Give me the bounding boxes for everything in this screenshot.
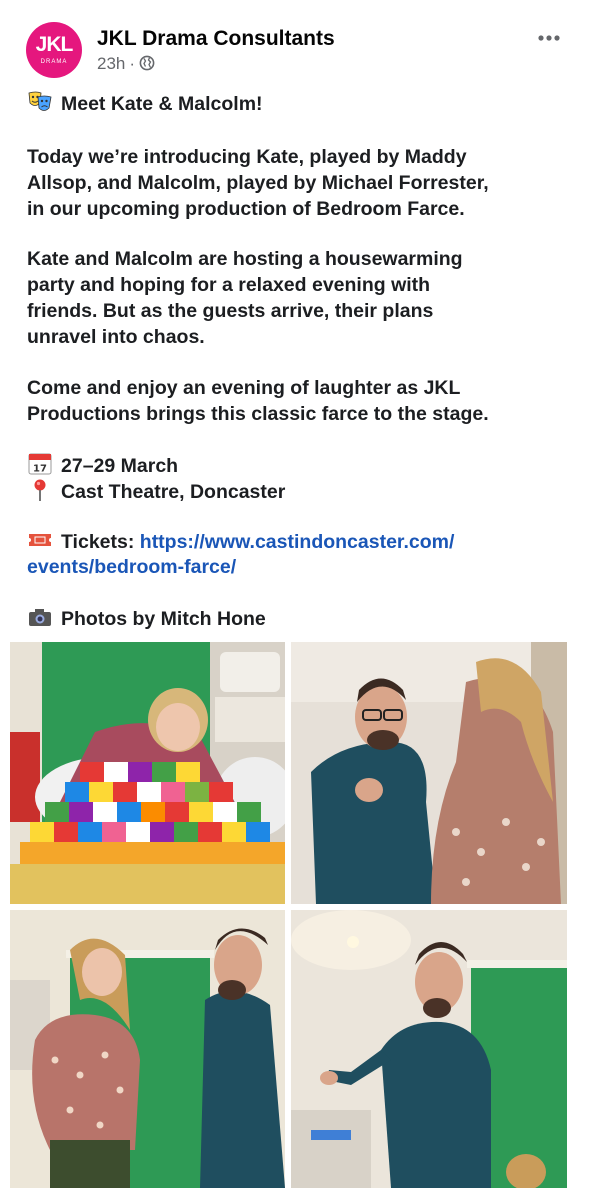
photos-credit-text: Photos by Mitch Hone xyxy=(61,608,266,630)
para1-line-3: in our upcoming production of Bedroom Fa… xyxy=(27,198,465,220)
event-date: 27–29 March xyxy=(61,455,179,477)
post-timestamp[interactable]: 23h xyxy=(97,54,125,73)
calendar-day: 17 xyxy=(33,464,47,475)
para2-line-3: friends. But as the guests arrive, their… xyxy=(27,300,434,322)
avatar-logo-subtext: DRAMA xyxy=(40,59,68,65)
tickets-link-continued[interactable]: events/bedroom-farce/ xyxy=(27,554,236,580)
avatar-logo-text: JKL xyxy=(35,33,74,56)
photo-kate-blanket[interactable] xyxy=(10,642,285,904)
para2-line-1: Kate and Malcolm are hosting a housewarm… xyxy=(27,248,463,270)
para1-line-2: Allsop, and Malcolm, played by Michael F… xyxy=(27,172,489,194)
photo-malcolm-argument[interactable] xyxy=(291,642,567,904)
meta-separator: · xyxy=(129,54,136,73)
tickets-label: Tickets: xyxy=(61,531,135,553)
tickets-link[interactable]: https://www.castindoncaster.com/ xyxy=(140,531,455,553)
page-name-link[interactable]: JKL Drama Consultants xyxy=(97,26,335,52)
para1-line-1: Today we’re introducing Kate, played by … xyxy=(27,146,467,168)
photo-malcolm-pointing[interactable] xyxy=(291,910,567,1188)
para3-line-1: Come and enjoy an evening of laughter as… xyxy=(27,377,461,399)
headline-text: Meet Kate & Malcolm! xyxy=(61,93,263,115)
more-options-icon[interactable] xyxy=(533,26,565,50)
event-venue: Cast Theatre, Doncaster xyxy=(61,481,286,503)
post-header: JKL DRAMA JKL Drama Consultants 23h · xyxy=(24,20,569,80)
headline-row: Meet Kate & Malcolm! xyxy=(27,90,263,117)
page-avatar[interactable]: JKL DRAMA xyxy=(26,22,82,78)
tickets-row: Tickets: https://www.castindoncaster.com… xyxy=(27,528,454,555)
calendar-icon: 17 xyxy=(27,452,53,476)
venue-row: Cast Theatre, Doncaster xyxy=(27,478,285,505)
post-meta: 23h · xyxy=(97,54,155,74)
theater-masks-icon xyxy=(27,90,53,114)
ticket-icon xyxy=(27,528,53,552)
para2-line-4: unravel into chaos. xyxy=(27,326,205,348)
para3-line-2: Productions brings this classic farce to… xyxy=(27,403,489,425)
photo-kate-malcolm-talk[interactable] xyxy=(10,910,285,1188)
camera-icon xyxy=(27,605,53,629)
date-row: 17 27–29 March xyxy=(27,452,178,479)
round-pushpin-icon xyxy=(27,478,53,502)
photo-grid xyxy=(10,642,567,1188)
para2-line-2: party and hoping for a relaxed evening w… xyxy=(27,274,431,296)
photos-credit-row: Photos by Mitch Hone xyxy=(27,605,266,632)
globe-icon[interactable] xyxy=(139,55,155,71)
